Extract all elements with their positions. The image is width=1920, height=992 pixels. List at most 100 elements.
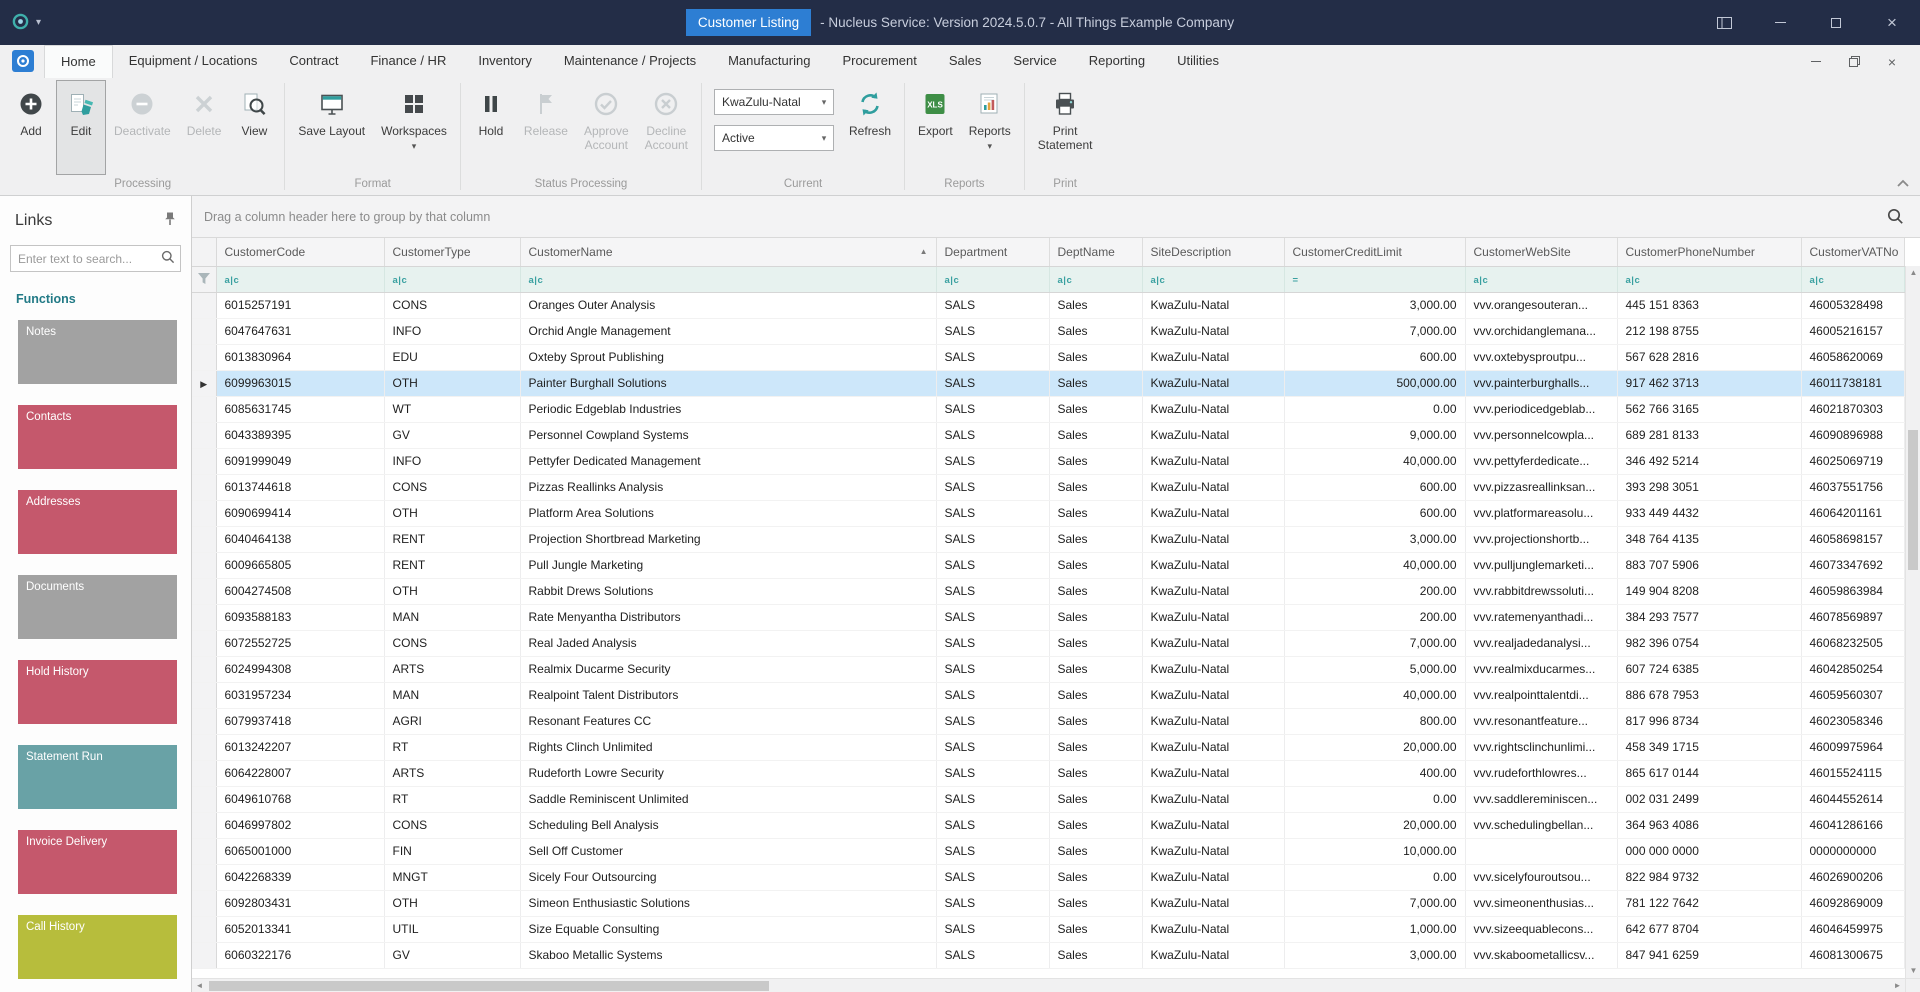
cell-customername[interactable]: Projection Shortbread Marketing bbox=[520, 526, 937, 553]
refresh-button[interactable]: Refresh bbox=[841, 80, 899, 175]
cell-customercreditlimit[interactable]: 7,000.00 bbox=[1284, 890, 1466, 917]
cell-department[interactable]: SALS bbox=[936, 552, 1050, 579]
cell-sitedescription[interactable]: KwaZulu-Natal bbox=[1142, 916, 1285, 943]
pin-icon[interactable] bbox=[162, 211, 178, 230]
cell-customerwebsite[interactable]: vvv.realjadedanalysi... bbox=[1465, 630, 1618, 657]
cell-customervatno[interactable]: 46025069719 bbox=[1801, 448, 1905, 475]
customer-row[interactable]: 6015257191 CONS Oranges Outer Analysis SALS… bbox=[192, 292, 1905, 319]
cell-sitedescription[interactable]: KwaZulu-Natal bbox=[1142, 838, 1285, 865]
cell-customervatno[interactable]: 46081300675 bbox=[1801, 942, 1905, 969]
cell-customervatno[interactable]: 46023058346 bbox=[1801, 708, 1905, 735]
hold-button[interactable]: Hold bbox=[466, 80, 516, 175]
scroll-down-icon[interactable]: ▼ bbox=[1906, 964, 1920, 978]
status-filter-combo[interactable]: Active ▾ bbox=[714, 125, 835, 151]
cell-customertype[interactable]: OTH bbox=[384, 370, 521, 397]
cell-customerwebsite[interactable]: vvv.painterburghalls... bbox=[1465, 370, 1618, 397]
search-icon[interactable] bbox=[161, 250, 175, 267]
cell-customerphonenumber[interactable]: 865 617 0144 bbox=[1617, 760, 1802, 787]
cell-customername[interactable]: Sell Off Customer bbox=[520, 838, 937, 865]
cell-customervatno[interactable]: 46073347692 bbox=[1801, 552, 1905, 579]
cell-customercode[interactable]: 6024994308 bbox=[216, 656, 385, 683]
cell-customername[interactable]: Rabbit Drews Solutions bbox=[520, 578, 937, 605]
cell-customercode[interactable]: 6031957234 bbox=[216, 682, 385, 709]
cell-customerphonenumber[interactable]: 346 492 5214 bbox=[1617, 448, 1802, 475]
cell-customername[interactable]: Oxteby Sprout Publishing bbox=[520, 344, 937, 371]
cell-deptname[interactable]: Sales bbox=[1049, 890, 1143, 917]
cell-department[interactable]: SALS bbox=[936, 292, 1050, 319]
sidebar-search-input[interactable] bbox=[11, 251, 161, 266]
cell-customername[interactable]: Simeon Enthusiastic Solutions bbox=[520, 890, 937, 917]
cell-customercreditlimit[interactable]: 3,000.00 bbox=[1284, 526, 1466, 553]
cell-sitedescription[interactable]: KwaZulu-Natal bbox=[1142, 292, 1285, 319]
customer-row[interactable]: 6047647631 INFO Orchid Angle Management SAL… bbox=[192, 318, 1905, 345]
tab-manufacturing[interactable]: Manufacturing bbox=[712, 45, 826, 78]
cell-customerphonenumber[interactable]: 002 031 2499 bbox=[1617, 786, 1802, 813]
cell-sitedescription[interactable]: KwaZulu-Natal bbox=[1142, 344, 1285, 371]
cell-deptname[interactable]: Sales bbox=[1049, 916, 1143, 943]
cell-customerwebsite[interactable]: vvv.saddlereminiscen... bbox=[1465, 786, 1618, 813]
cell-deptname[interactable]: Sales bbox=[1049, 422, 1143, 449]
cell-sitedescription[interactable]: KwaZulu-Natal bbox=[1142, 552, 1285, 579]
cell-customername[interactable]: Oranges Outer Analysis bbox=[520, 292, 937, 319]
tab-sales[interactable]: Sales bbox=[933, 45, 998, 78]
cell-deptname[interactable]: Sales bbox=[1049, 838, 1143, 865]
customer-row[interactable]: 6013744618 CONS Pizzas Reallinks Analysis S… bbox=[192, 474, 1905, 501]
customer-row[interactable]: 6013830964 EDU Oxteby Sprout Publishing SAL… bbox=[192, 344, 1905, 371]
cell-sitedescription[interactable]: KwaZulu-Natal bbox=[1142, 526, 1285, 553]
cell-department[interactable]: SALS bbox=[936, 708, 1050, 735]
cell-customertype[interactable]: GV bbox=[384, 942, 521, 969]
cell-department[interactable]: SALS bbox=[936, 448, 1050, 475]
cell-sitedescription[interactable]: KwaZulu-Natal bbox=[1142, 890, 1285, 917]
cell-customervatno[interactable]: 46058620069 bbox=[1801, 344, 1905, 371]
cell-customerphonenumber[interactable]: 689 281 8133 bbox=[1617, 422, 1802, 449]
tab-home[interactable]: Home bbox=[44, 45, 113, 78]
cell-customerphonenumber[interactable]: 883 707 5906 bbox=[1617, 552, 1802, 579]
cell-customertype[interactable]: CONS bbox=[384, 630, 521, 657]
cell-customercreditlimit[interactable]: 0.00 bbox=[1284, 396, 1466, 423]
cell-department[interactable]: SALS bbox=[936, 500, 1050, 527]
cell-customername[interactable]: Rudeforth Lowre Security bbox=[520, 760, 937, 787]
customer-row[interactable]: 6092803431 OTH Simeon Enthusiastic Solutio… bbox=[192, 890, 1905, 917]
cell-department[interactable]: SALS bbox=[936, 344, 1050, 371]
cell-customercreditlimit[interactable]: 500,000.00 bbox=[1284, 370, 1466, 397]
cell-customercreditlimit[interactable]: 5,000.00 bbox=[1284, 656, 1466, 683]
cell-department[interactable]: SALS bbox=[936, 422, 1050, 449]
cell-deptname[interactable]: Sales bbox=[1049, 604, 1143, 631]
cell-department[interactable]: SALS bbox=[936, 630, 1050, 657]
cell-customercode[interactable]: 6072552725 bbox=[216, 630, 385, 657]
customer-row[interactable]: ▶ 6099963015 OTH Painter Burghall Solutions… bbox=[192, 370, 1905, 397]
cell-deptname[interactable]: Sales bbox=[1049, 942, 1143, 969]
cell-customername[interactable]: Realpoint Talent Distributors bbox=[520, 682, 937, 709]
cell-customerphonenumber[interactable]: 933 449 4432 bbox=[1617, 500, 1802, 527]
cell-customerphonenumber[interactable]: 000 000 0000 bbox=[1617, 838, 1802, 865]
cell-customervatno[interactable]: 46015524115 bbox=[1801, 760, 1905, 787]
cell-customerphonenumber[interactable]: 781 122 7642 bbox=[1617, 890, 1802, 917]
cell-customercode[interactable]: 6042268339 bbox=[216, 864, 385, 891]
cell-customerwebsite[interactable]: vvv.realpointtalentdi... bbox=[1465, 682, 1618, 709]
cell-customername[interactable]: Personnel Cowpland Systems bbox=[520, 422, 937, 449]
customer-row[interactable]: 6085631745 WT Periodic Edgeblab Industries… bbox=[192, 396, 1905, 423]
sidebar-item-addresses[interactable]: Addresses bbox=[18, 490, 177, 554]
cell-sitedescription[interactable]: KwaZulu-Natal bbox=[1142, 812, 1285, 839]
cell-customerwebsite[interactable]: vvv.realmixducarmes... bbox=[1465, 656, 1618, 683]
scroll-up-icon[interactable]: ▲ bbox=[1906, 266, 1920, 280]
tab-reporting[interactable]: Reporting bbox=[1073, 45, 1161, 78]
cell-customerwebsite[interactable]: vvv.rightsclinchunlimi... bbox=[1465, 734, 1618, 761]
customer-row[interactable]: 6072552725 CONS Real Jaded Analysis SALS Sal… bbox=[192, 630, 1905, 657]
cell-department[interactable]: SALS bbox=[936, 734, 1050, 761]
cell-customerwebsite[interactable]: vvv.periodicedgeblab... bbox=[1465, 396, 1618, 423]
cell-sitedescription[interactable]: KwaZulu-Natal bbox=[1142, 396, 1285, 423]
customer-row[interactable]: 6090699414 OTH Platform Area Solutions SALS… bbox=[192, 500, 1905, 527]
tab-contract[interactable]: Contract bbox=[273, 45, 354, 78]
cell-customercreditlimit[interactable]: 7,000.00 bbox=[1284, 318, 1466, 345]
cell-customername[interactable]: Size Equable Consulting bbox=[520, 916, 937, 943]
customer-row[interactable]: 6004274508 OTH Rabbit Drews Solutions SALS S… bbox=[192, 578, 1905, 605]
cell-customervatno[interactable]: 46059863984 bbox=[1801, 578, 1905, 605]
workspaces-button[interactable]: Workspaces ▾ bbox=[373, 80, 455, 175]
cell-customercode[interactable]: 6099963015 bbox=[216, 370, 385, 397]
cell-customertype[interactable]: WT bbox=[384, 396, 521, 423]
column-header-sitedescription[interactable]: SiteDescription bbox=[1142, 238, 1285, 267]
cell-customervatno[interactable]: 46037551756 bbox=[1801, 474, 1905, 501]
cell-customertype[interactable]: EDU bbox=[384, 344, 521, 371]
close-button[interactable]: × bbox=[1864, 0, 1920, 45]
